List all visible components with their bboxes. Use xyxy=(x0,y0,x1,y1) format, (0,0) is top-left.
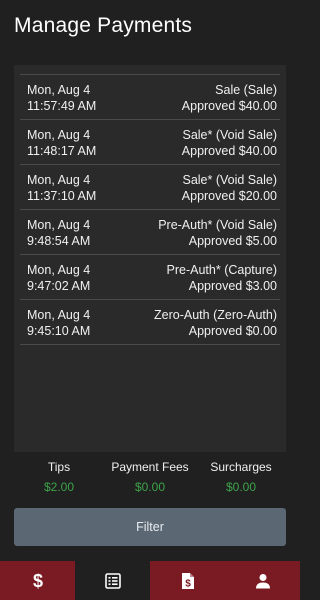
payment-fees-value: $0.00 xyxy=(134,480,166,494)
transaction-time: 11:57:49 AM xyxy=(27,99,97,113)
tips-total: Tips $2.00 xyxy=(9,460,109,494)
payment-fees-total: Payment Fees $0.00 xyxy=(100,460,200,494)
transaction-status: Approved $20.00 xyxy=(181,189,277,203)
transaction-row[interactable]: Mon, Aug 4 11:48:17 AM Sale* (Void Sale)… xyxy=(20,120,280,165)
totals-summary: Tips $2.00 Payment Fees $0.00 Surcharges… xyxy=(0,460,300,500)
transaction-row[interactable]: Mon, Aug 4 9:48:54 AM Pre-Auth* (Void Sa… xyxy=(20,210,280,255)
invoice-icon: $ xyxy=(181,572,194,589)
transaction-type: Sale* (Void Sale) xyxy=(182,128,277,142)
surcharges-total: Surcharges $0.00 xyxy=(191,460,291,494)
nav-tab-invoices[interactable]: $ xyxy=(150,561,225,600)
surcharges-value: $0.00 xyxy=(225,480,257,494)
page-title: Manage Payments xyxy=(14,14,193,37)
transaction-date: Mon, Aug 4 xyxy=(27,263,91,277)
transaction-list-panel[interactable]: Mon, Aug 4 11:57:49 AM Sale (Sale) Appro… xyxy=(14,65,286,452)
dollar-icon: $ xyxy=(32,571,42,591)
transaction-status: Approved $40.00 xyxy=(181,144,277,158)
transaction-time: 11:48:17 AM xyxy=(27,144,97,158)
surcharges-label: Surcharges xyxy=(210,460,272,474)
transaction-time: 11:37:10 AM xyxy=(27,189,97,203)
transaction-date: Mon, Aug 4 xyxy=(27,128,91,142)
transaction-status: Approved $40.00 xyxy=(181,99,277,113)
bottom-nav: $ $ xyxy=(0,561,300,600)
nav-tab-payments[interactable]: $ xyxy=(0,561,75,600)
transaction-type: Sale (Sale) xyxy=(215,83,277,97)
transaction-row[interactable]: Mon, Aug 4 9:47:02 AM Pre-Auth* (Capture… xyxy=(20,255,280,300)
transaction-row[interactable]: Mon, Aug 4 11:37:10 AM Sale* (Void Sale)… xyxy=(20,165,280,210)
transaction-time: 9:47:02 AM xyxy=(27,279,91,293)
transaction-type: Pre-Auth* (Capture) xyxy=(166,263,277,277)
transaction-list: Mon, Aug 4 11:57:49 AM Sale (Sale) Appro… xyxy=(20,74,280,345)
transaction-type: Pre-Auth* (Void Sale) xyxy=(158,218,277,232)
transaction-date: Mon, Aug 4 xyxy=(27,308,91,322)
transaction-time: 9:48:54 AM xyxy=(27,234,91,248)
transaction-date: Mon, Aug 4 xyxy=(27,218,91,232)
filter-button[interactable]: Filter xyxy=(14,508,286,546)
payment-fees-label: Payment Fees xyxy=(111,460,189,474)
transaction-date: Mon, Aug 4 xyxy=(27,83,91,97)
transaction-type: Sale* (Void Sale) xyxy=(182,173,277,187)
transaction-type: Zero-Auth (Zero-Auth) xyxy=(154,308,277,322)
transaction-time: 9:45:10 AM xyxy=(27,324,91,338)
transaction-row[interactable]: Mon, Aug 4 11:57:49 AM Sale (Sale) Appro… xyxy=(20,75,280,120)
transaction-row[interactable]: Mon, Aug 4 9:45:10 AM Zero-Auth (Zero-Au… xyxy=(20,300,280,345)
transaction-status: Approved $5.00 xyxy=(188,234,277,248)
transaction-date: Mon, Aug 4 xyxy=(27,173,91,187)
tips-label: Tips xyxy=(47,460,71,474)
tips-value: $2.00 xyxy=(43,480,75,494)
nav-tab-account[interactable] xyxy=(225,561,300,600)
transaction-status: Approved $3.00 xyxy=(188,279,277,293)
nav-tab-transactions[interactable] xyxy=(75,561,150,600)
list-icon xyxy=(104,572,121,589)
transaction-status: Approved $0.00 xyxy=(188,324,277,338)
user-icon xyxy=(255,573,270,588)
svg-text:$: $ xyxy=(32,571,42,591)
svg-text:$: $ xyxy=(185,578,191,589)
